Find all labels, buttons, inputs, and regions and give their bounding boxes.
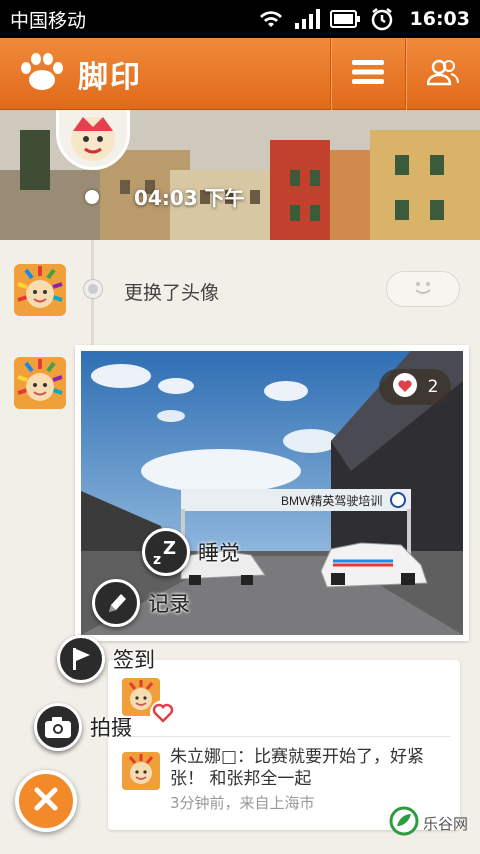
action-checkin-label: 签到 [113, 648, 155, 672]
heart-icon [392, 372, 418, 402]
action-sleep-label: 睡觉 [198, 541, 240, 565]
liked-heart-icon [150, 700, 176, 726]
svg-text:Z: Z [163, 538, 176, 559]
app-logo: 脚印 [0, 52, 330, 96]
friends-icon [426, 58, 459, 90]
smiley-icon [410, 277, 436, 301]
friends-button[interactable] [405, 37, 480, 110]
status-update-text: 更换了头像 [124, 282, 220, 304]
action-capture-label: 拍摄 [90, 716, 132, 740]
pencil-icon [92, 579, 140, 627]
cover-time-label: 04:03 下午 [134, 186, 245, 210]
commenter-avatar[interactable] [122, 752, 160, 790]
svg-text:z: z [153, 552, 161, 566]
action-capture[interactable]: 拍摄 [34, 703, 132, 751]
camera-icon [34, 703, 82, 751]
app-bar: 脚印 [0, 37, 480, 110]
watermark-text: 乐谷网 [422, 814, 468, 833]
flag-icon [57, 635, 105, 683]
watermark: 乐谷网 [389, 806, 468, 840]
paw-logo-icon [18, 52, 66, 96]
comments-card: 朱立娜□：比赛就要开始了，好紧张！ 和张邦全一起 3分钟前，来自上海市 [108, 660, 460, 830]
action-record[interactable]: 记录 [92, 579, 190, 627]
svg-text:BMW精英驾驶培训: BMW精英驾驶培训 [281, 493, 382, 508]
divider [118, 736, 450, 737]
signal-icon [294, 9, 320, 29]
app-title: 脚印 [78, 59, 142, 95]
sleep-icon: zZ [142, 528, 190, 576]
action-checkin[interactable]: 签到 [57, 635, 155, 683]
status-bar: 中国移动 16:03 [0, 0, 480, 38]
action-sleep[interactable]: zZ 睡觉 [142, 528, 240, 576]
like-badge[interactable]: 2 [379, 369, 451, 405]
react-button[interactable] [386, 271, 460, 307]
menu-icon [352, 59, 384, 89]
like-count: 2 [427, 377, 439, 397]
comment-text: 朱立娜□：比赛就要开始了，好紧张！ 和张邦全一起 [170, 747, 425, 789]
close-menu-button[interactable] [15, 770, 77, 832]
timeline-dot [84, 280, 102, 298]
timeline-head-dot [85, 190, 99, 204]
comment-meta: 3分钟前，来自上海市 [170, 794, 315, 812]
battery-icon [329, 10, 360, 28]
wifi-icon [258, 9, 284, 29]
leaf-logo-icon [389, 806, 419, 840]
carrier-name: 中国移动 [10, 9, 87, 32]
alarm-icon [370, 7, 394, 31]
action-record-label: 记录 [148, 592, 190, 616]
avatar[interactable] [14, 264, 66, 316]
close-icon [33, 786, 59, 816]
menu-button[interactable] [330, 37, 405, 110]
clock-time: 16:03 [409, 8, 470, 30]
cover-photo[interactable]: 04:03 下午 [0, 110, 480, 240]
avatar[interactable] [14, 357, 66, 409]
